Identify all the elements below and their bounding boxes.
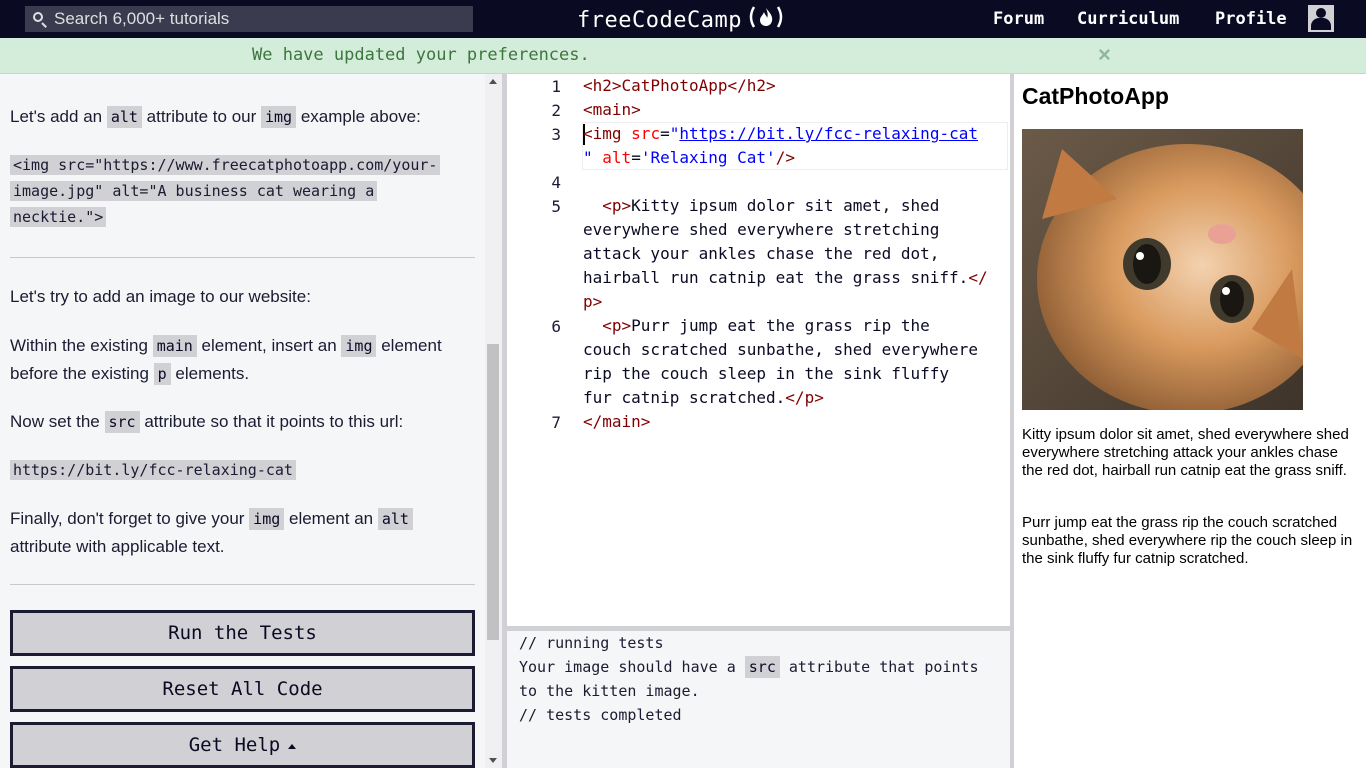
flash-message: We have updated your preferences. × (0, 38, 1366, 74)
text: element an (284, 509, 378, 528)
scroll-up-arrow-icon[interactable] (489, 79, 497, 84)
inline-code: img (249, 508, 285, 530)
logo-text: freeCodeCamp (577, 7, 742, 33)
inline-code: img (341, 335, 377, 357)
code-line: necktie."> (10, 207, 107, 227)
line-number: 7 (551, 413, 561, 432)
text: element, insert an (196, 336, 342, 355)
line-number: 1 (551, 77, 561, 96)
text: Your image should have a (519, 658, 745, 676)
text: example above: (296, 107, 421, 126)
inline-code: alt (106, 106, 142, 128)
instruction-paragraph: Finally, don't forget to give your img e… (10, 505, 475, 560)
preview-pane: CatPhotoApp Kitty ipsum dolor sit amet, … (1014, 74, 1366, 768)
search-placeholder[interactable]: Search 6,000+ tutorials (54, 9, 229, 29)
fcc-logo[interactable]: freeCodeCamp (577, 5, 786, 35)
avatar-head-icon (1316, 8, 1326, 18)
text: attribute that points (779, 658, 979, 676)
instructions-scrollbar[interactable] (485, 74, 502, 768)
preview-paragraph: Kitty ipsum dolor sit amet, shed everywh… (1022, 426, 1349, 479)
inline-code: src (104, 411, 140, 433)
code-line-6: <p>Purr jump eat the grass rip the couch… (583, 316, 978, 407)
code-text: Kitty ipsum dolor sit amet, shed (631, 196, 940, 215)
caret-up-icon (288, 743, 297, 749)
inline-code: src (744, 656, 780, 678)
text: attribute so that it points to this url: (139, 412, 404, 431)
code-text: </main> (583, 412, 651, 431)
text: attribute to our (141, 107, 261, 126)
run-tests-button[interactable]: Run the Tests (10, 610, 475, 656)
preview-title: CatPhotoApp (1022, 83, 1169, 109)
example-code-block: <img src="https://www.freecatphotoapp.co… (10, 152, 475, 230)
code-text: hairball run catnip eat the grass sniff. (583, 268, 969, 287)
console-line: // tests completed (519, 706, 682, 724)
instruction-paragraph: Now set the src attribute so that it poi… (10, 408, 475, 436)
text: Finally, don't forget to give your (10, 509, 250, 528)
inline-code: img (261, 106, 297, 128)
console-line: Your image should have a src attribute t… (519, 655, 998, 679)
reset-code-button[interactable]: Reset All Code (10, 666, 475, 712)
code-line: image.jpg" alt="A business cat wearing a (10, 181, 378, 201)
code-line-7: </main> (583, 410, 1003, 434)
code-line-2: <main> (583, 98, 1003, 122)
section-divider (10, 584, 475, 585)
line-number: 5 (551, 197, 561, 216)
text: Let's add an (10, 107, 107, 126)
code-text: <h2>CatPhotoApp</h2> (583, 76, 776, 95)
nav-profile-link[interactable]: Profile (1215, 9, 1287, 29)
get-help-label: Get Help (188, 734, 281, 756)
code-line: <img src="https://www.freecatphotoapp.co… (10, 155, 441, 175)
test-console: // running tests Your image should have … (507, 631, 1010, 768)
text: Within the existing (10, 336, 153, 355)
nav-curriculum-link[interactable]: Curriculum (1077, 9, 1179, 29)
code-line-3: <img src="https://bit.ly/fcc-relaxing-ca… (583, 124, 978, 167)
code-text: rip the couch sleep in the sink fluffy (583, 364, 950, 383)
line-number: 4 (551, 173, 561, 192)
instruction-paragraph: Let's add an alt attribute to our img ex… (10, 103, 475, 131)
code-url[interactable]: https://bit.ly/fcc-relaxing-cat (679, 124, 978, 143)
inline-code: p (153, 363, 171, 385)
inline-code: main (152, 335, 197, 357)
instruction-paragraph: Within the existing main element, insert… (10, 332, 475, 388)
code-text: attack your ankles chase the red dot, (583, 244, 940, 263)
flame-icon (746, 5, 786, 35)
console-line: to the kitten image. (519, 682, 700, 700)
get-help-button[interactable]: Get Help (10, 722, 475, 768)
close-icon[interactable]: × (1098, 42, 1111, 68)
cat-photo (1022, 129, 1303, 410)
code-text: everywhere shed everywhere stretching (583, 220, 940, 239)
code-text: Purr jump eat the grass rip the (631, 316, 930, 335)
flash-text: We have updated your preferences. (252, 45, 590, 65)
instruction-paragraph: Let's try to add an image to our website… (10, 287, 311, 306)
top-navbar: Search 6,000+ tutorials freeCodeCamp For… (0, 0, 1366, 38)
text: attribute with applicable text. (10, 537, 225, 556)
code-text: fur catnip scratched. (583, 388, 786, 407)
code-line: https://bit.ly/fcc-relaxing-cat (10, 460, 296, 480)
preview-paragraph: Purr jump eat the grass rip the couch sc… (1022, 514, 1353, 567)
text: Now set the (10, 412, 105, 431)
text: elements. (170, 364, 250, 383)
code-text: <main> (583, 100, 641, 119)
line-number: 2 (551, 101, 561, 120)
code-text: couch scratched sunbathe, shed everywher… (583, 340, 978, 359)
line-number: 6 (551, 317, 561, 336)
line-number: 3 (551, 125, 561, 144)
scroll-down-arrow-icon[interactable] (489, 758, 497, 763)
inline-code: alt (377, 508, 413, 530)
code-line-5: <p>Kitty ipsum dolor sit amet, shed ever… (583, 196, 988, 311)
search-icon (32, 11, 48, 28)
avatar-body-icon (1311, 18, 1331, 30)
console-line: // running tests (519, 634, 664, 652)
instructions-pane: Let's add an alt attribute to our img ex… (0, 74, 485, 768)
scroll-thumb[interactable] (487, 344, 499, 640)
search-bar[interactable]: Search 6,000+ tutorials (25, 6, 473, 32)
code-line-1: <h2>CatPhotoApp</h2> (583, 74, 1003, 98)
code-editor[interactable]: 1 <h2>CatPhotoApp</h2> 2 <main> 3 <img s… (507, 74, 1010, 626)
section-divider (10, 257, 475, 258)
code-alt-value: 'Relaxing Cat' (640, 148, 776, 167)
avatar[interactable] (1308, 5, 1334, 32)
nav-forum-link[interactable]: Forum (993, 9, 1044, 29)
url-code-block: https://bit.ly/fcc-relaxing-cat (10, 457, 475, 483)
